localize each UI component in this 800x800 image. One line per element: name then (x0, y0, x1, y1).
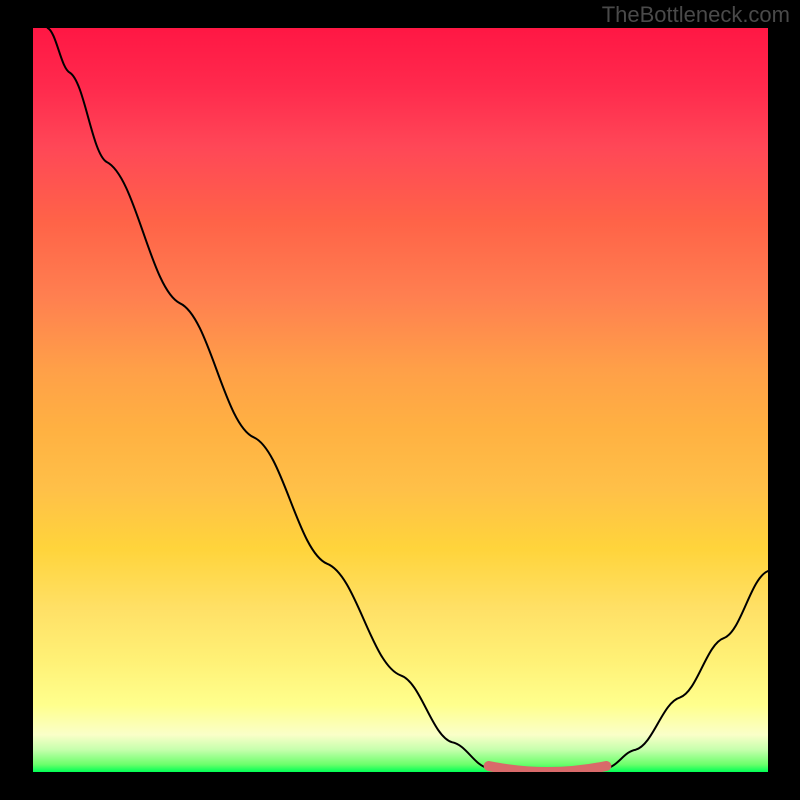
sweet-spot-marker (489, 766, 607, 772)
chart-container: TheBottleneck.com (0, 0, 800, 800)
watermark-text: TheBottleneck.com (602, 2, 790, 28)
bottleneck-curve-path (48, 28, 768, 772)
curve-svg (33, 28, 768, 772)
plot-area (33, 28, 768, 772)
